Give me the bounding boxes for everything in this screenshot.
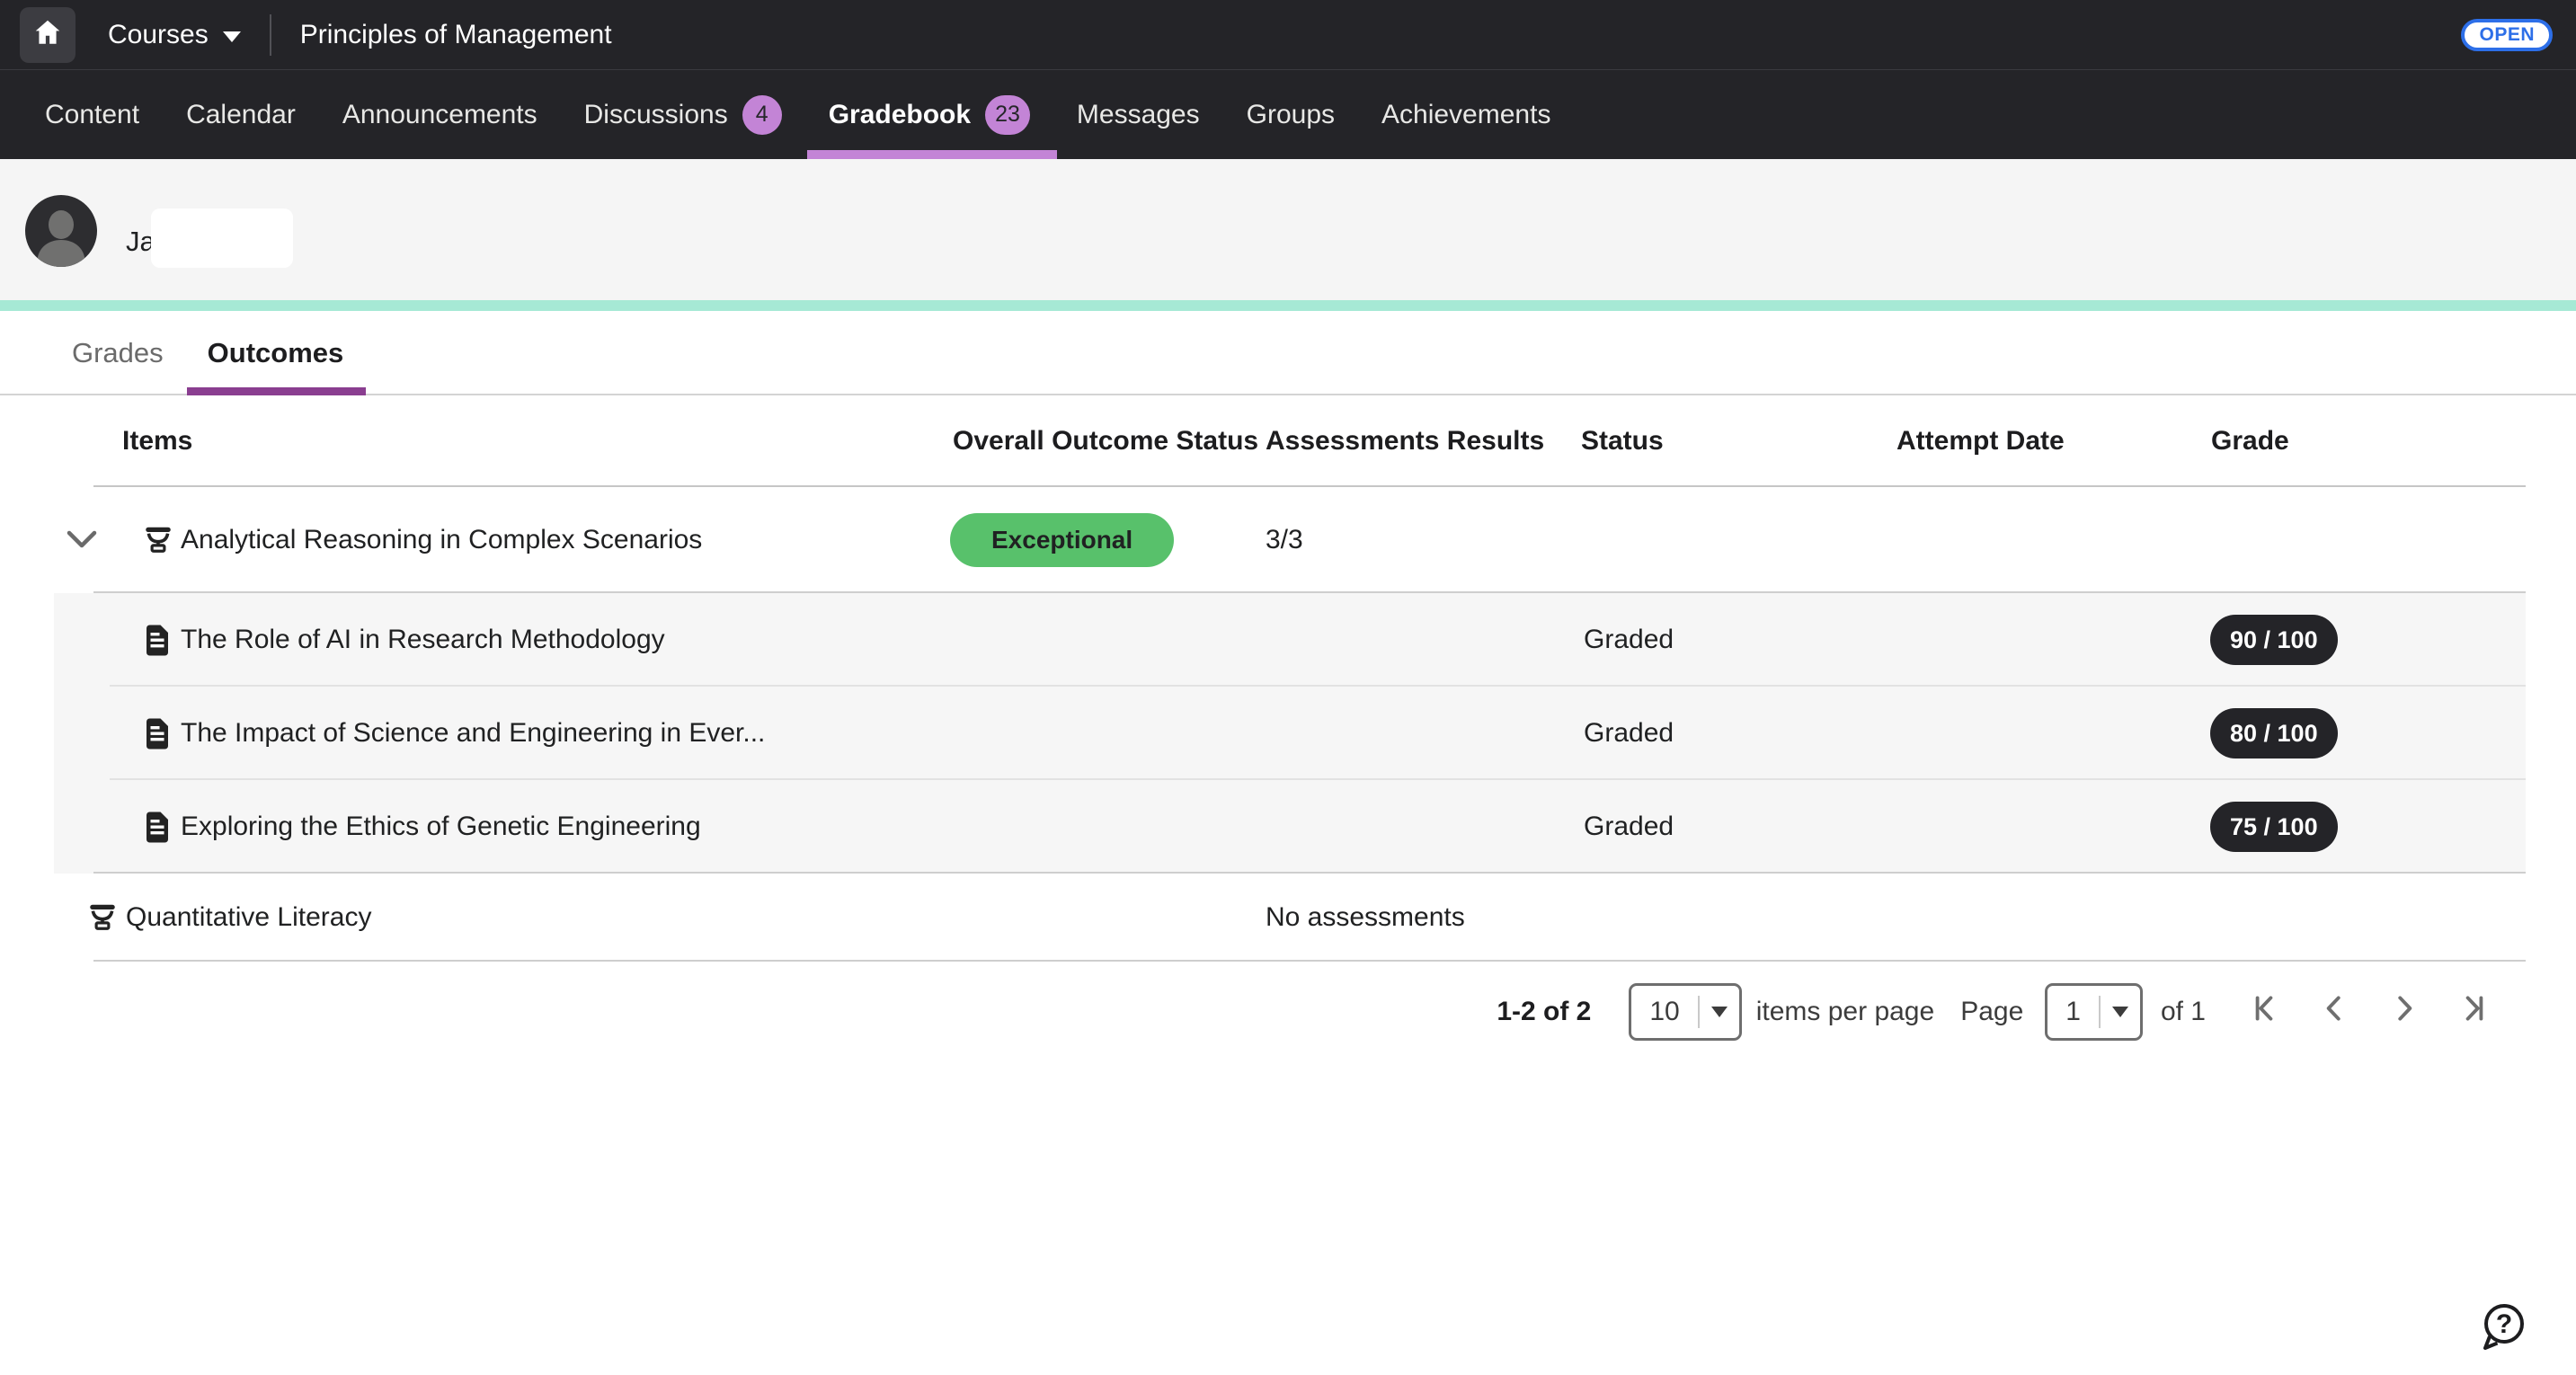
first-page-button[interactable]: [2229, 985, 2299, 1039]
column-header: Attempt Date: [1896, 395, 2065, 487]
assessments-results: 3/3: [1266, 525, 1303, 555]
nav-item-label: Calendar: [186, 100, 296, 130]
topbar-divider: [270, 14, 271, 56]
document-icon: [142, 716, 174, 750]
nav-item-badge: 23: [985, 95, 1030, 135]
nav-item-badge: 4: [742, 95, 782, 135]
nav-item-label: Gradebook: [829, 100, 971, 130]
document-icon: [142, 810, 174, 844]
user-band: Jax: [0, 159, 2576, 300]
overall-outcome-status-badge: Exceptional: [950, 513, 1174, 567]
nav-item-label: Content: [45, 100, 139, 130]
tab-outcomes[interactable]: Outcomes: [208, 311, 344, 395]
page-number-value: 1: [2047, 997, 2099, 1027]
outcome-row[interactable]: Analytical Reasoning in Complex Scenario…: [54, 487, 2526, 593]
chevron-down-icon: [1700, 1007, 1739, 1017]
nav-item-discussions[interactable]: Discussions 4: [584, 70, 782, 159]
column-header: Items: [122, 395, 192, 487]
nav-item-calendar[interactable]: Calendar: [186, 70, 296, 159]
document-icon: [142, 623, 174, 657]
page-size-value: 10: [1631, 997, 1697, 1027]
column-header: Assessments Results: [1266, 395, 1544, 487]
first-page-icon: [2248, 992, 2280, 1032]
goal-funnel-icon: [142, 523, 174, 557]
nav-item-announcements[interactable]: Announcements: [342, 70, 537, 159]
assessment-status: Graded: [1584, 625, 1674, 655]
assessment-title: The Role of AI in Research Methodology: [181, 625, 665, 655]
chevron-down-icon: [2101, 1007, 2140, 1017]
gradebook-tabs: Grades Outcomes: [0, 311, 2576, 395]
page-number-select[interactable]: 1: [2045, 983, 2143, 1041]
outcomes-table-header: Items Overall Outcome StatusAssessments R…: [54, 395, 2526, 487]
course-navbar: Content Calendar Announcements Discussions 4…: [0, 69, 2576, 159]
page-size-select[interactable]: 10: [1629, 983, 1741, 1041]
assessments-results: No assessments: [1266, 902, 1465, 933]
help-button[interactable]: ?: [2479, 1301, 2527, 1352]
nav-item-gradebook[interactable]: Gradebook 23: [829, 70, 1030, 159]
column-header: Status: [1581, 395, 1664, 487]
page-label: Page: [1960, 997, 2023, 1027]
accent-bar: [0, 300, 2576, 311]
redacted-name-box: [151, 208, 293, 268]
nav-item-label: Achievements: [1381, 100, 1550, 130]
course-title: Principles of Management: [300, 20, 612, 50]
nav-item-label: Announcements: [342, 100, 537, 130]
outcome-title: Analytical Reasoning in Complex Scenario…: [181, 525, 702, 555]
assessment-title: The Impact of Science and Engineering in…: [181, 718, 765, 749]
assessment-title: Exploring the Ethics of Genetic Engineer…: [181, 812, 701, 842]
nav-item-content[interactable]: Content: [45, 70, 139, 159]
assessment-status: Graded: [1584, 812, 1674, 842]
chevron-right-icon: [2388, 992, 2421, 1032]
pagination-range: 1-2 of 2: [1497, 997, 1591, 1027]
home-icon: [32, 17, 63, 52]
pager-buttons: [2229, 985, 2509, 1039]
column-header: Grade: [2211, 395, 2289, 487]
svg-text:?: ?: [2496, 1309, 2512, 1339]
courses-dropdown[interactable]: Courses: [108, 20, 241, 50]
chevron-down-icon: [223, 31, 241, 42]
total-pages-label: of 1: [2161, 997, 2206, 1027]
nav-item-groups[interactable]: Groups: [1247, 70, 1335, 159]
nav-item-label: Messages: [1077, 100, 1200, 130]
goal-funnel-icon: [86, 900, 119, 935]
grade-badge: 90 / 100: [2210, 615, 2338, 665]
next-page-button[interactable]: [2369, 985, 2439, 1039]
tab-grades[interactable]: Grades: [72, 311, 164, 395]
nav-item-achievements[interactable]: Achievements: [1381, 70, 1550, 159]
courses-label: Courses: [108, 20, 209, 50]
nav-item-label: Discussions: [584, 100, 728, 130]
course-open-badge: OPEN: [2461, 19, 2553, 51]
last-page-button[interactable]: [2439, 985, 2509, 1039]
assessment-row: Exploring the Ethics of Genetic Engineer…: [54, 780, 2526, 874]
home-button[interactable]: [20, 7, 76, 63]
pagination-bar: 1-2 of 2 10 items per page Page 1 of 1: [54, 962, 2526, 1062]
previous-page-button[interactable]: [2299, 985, 2369, 1039]
assessment-row: The Impact of Science and Engineering in…: [54, 687, 2526, 780]
outcome-title: Quantitative Literacy: [126, 902, 371, 933]
assessment-status: Graded: [1584, 718, 1674, 749]
grade-badge: 80 / 100: [2210, 708, 2338, 758]
outcomes-table-body: Analytical Reasoning in Complex Scenario…: [54, 487, 2526, 962]
items-per-page-label: items per page: [1756, 997, 1934, 1027]
help-bubble-icon: ?: [2479, 1340, 2527, 1355]
grade-badge: 75 / 100: [2210, 802, 2338, 852]
assessment-row: The Role of AI in Research Methodology Gr…: [54, 593, 2526, 687]
chevron-left-icon: [2318, 992, 2350, 1032]
column-header: Overall Outcome Status: [953, 395, 1258, 487]
outcome-row: Quantitative Literacy No assessments: [54, 874, 2526, 962]
last-page-icon: [2458, 992, 2491, 1032]
nav-item-label: Groups: [1247, 100, 1335, 130]
nav-item-messages[interactable]: Messages: [1077, 70, 1200, 159]
top-bar: Courses Principles of Management OPEN: [0, 0, 2576, 69]
chevron-down-icon[interactable]: [67, 529, 97, 551]
person-avatar: [25, 195, 97, 267]
outcomes-table: Items Overall Outcome StatusAssessments R…: [54, 395, 2526, 1062]
